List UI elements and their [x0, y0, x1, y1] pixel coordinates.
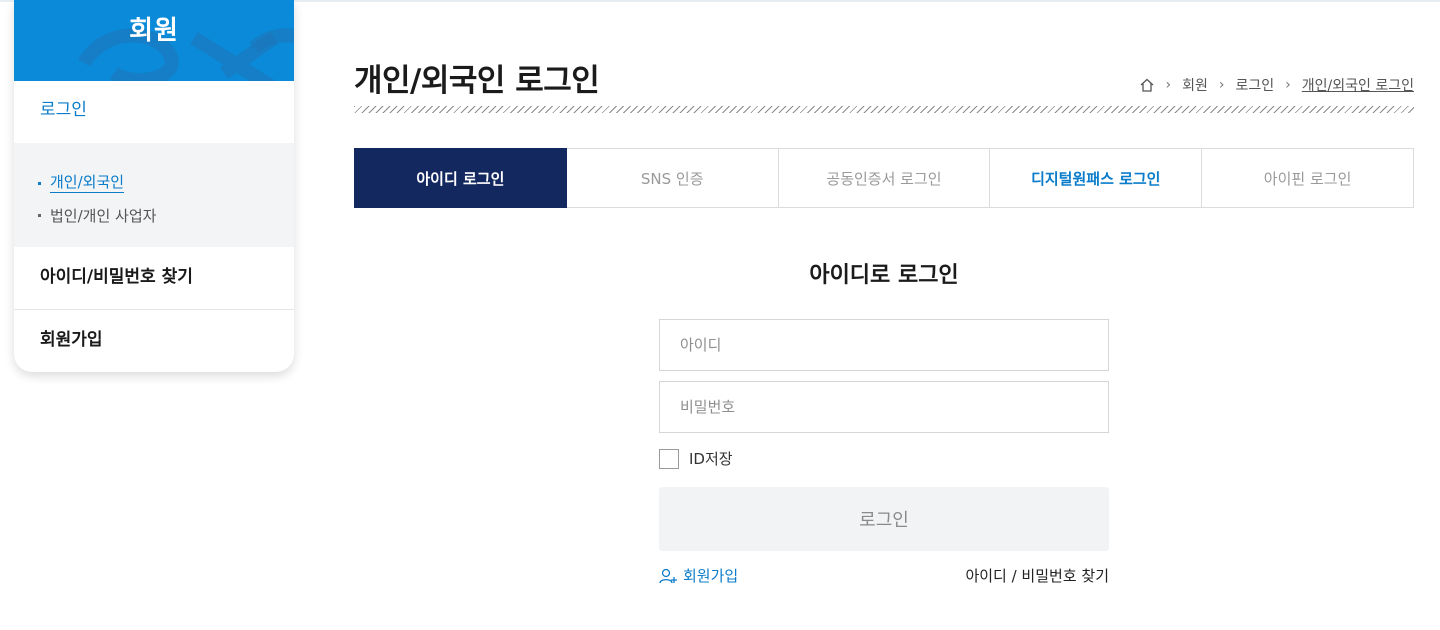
tab-digital-onepass-login[interactable]: 디지털원패스 로그인 — [990, 148, 1203, 208]
sidebar: 회원 로그인 개인/외국인 법인/개인 사업자 아이디/비밀번호 찾기 회원가입 — [14, 0, 294, 372]
breadcrumb: › 회원 › 로그인 › 개인/외국인 로그인 — [1139, 75, 1414, 95]
save-id-checkbox[interactable] — [659, 448, 679, 469]
find-id-password-link[interactable]: 아이디 / 비밀번호 찾기 — [965, 565, 1109, 586]
sidebar-item-signup[interactable]: 회원가입 — [14, 310, 294, 372]
home-icon[interactable] — [1139, 77, 1155, 93]
page-title: 개인/외국인 로그인 — [354, 63, 600, 99]
breadcrumb-item[interactable]: 회원 — [1182, 75, 1208, 95]
bullet-icon — [38, 181, 41, 185]
tab-ipin-login[interactable]: 아이핀 로그인 — [1202, 148, 1414, 208]
chevron-right-icon: › — [1165, 77, 1172, 93]
hatched-divider — [354, 106, 1414, 113]
sidebar-subitem-personal-foreigner[interactable]: 개인/외국인 — [38, 167, 294, 199]
user-add-icon — [659, 568, 677, 583]
password-input[interactable] — [659, 381, 1109, 433]
subitem-label: 법인/개인 사업자 — [50, 206, 157, 225]
signup-link[interactable]: 회원가입 — [659, 565, 738, 586]
sidebar-submenu: 개인/외국인 법인/개인 사업자 — [14, 143, 294, 247]
bullet-icon — [38, 213, 41, 217]
login-method-tabs: 아이디 로그인 SNS 인증 공동인증서 로그인 디지털원패스 로그인 아이핀 … — [354, 148, 1414, 208]
form-title: 아이디로 로그인 — [809, 263, 959, 288]
breadcrumb-item[interactable]: 로그인 — [1236, 75, 1275, 95]
tab-id-login[interactable]: 아이디 로그인 — [354, 148, 567, 208]
chevron-right-icon: › — [1285, 77, 1291, 93]
tab-sns-auth[interactable]: SNS 인증 — [566, 148, 779, 208]
sidebar-title: 회원 — [129, 16, 179, 46]
sidebar-item-find-account[interactable]: 아이디/비밀번호 찾기 — [14, 247, 294, 310]
save-id-label: ID저장 — [689, 450, 733, 468]
login-button[interactable]: 로그인 — [659, 487, 1109, 551]
save-id-option[interactable]: ID저장 — [659, 448, 733, 469]
tab-certificate-login[interactable]: 공동인증서 로그인 — [778, 148, 991, 208]
signup-link-label: 회원가입 — [683, 567, 739, 585]
sidebar-subitem-business[interactable]: 법인/개인 사업자 — [38, 199, 294, 231]
sidebar-header: 회원 — [14, 0, 294, 81]
form-links: 회원가입 아이디 / 비밀번호 찾기 — [659, 565, 1109, 586]
id-input[interactable] — [659, 319, 1109, 371]
chevron-right-icon: › — [1218, 77, 1225, 93]
breadcrumb-current[interactable]: 개인/외국인 로그인 — [1302, 75, 1414, 95]
subitem-label: 개인/외국인 — [50, 173, 125, 193]
sidebar-item-login[interactable]: 로그인 — [14, 81, 294, 143]
